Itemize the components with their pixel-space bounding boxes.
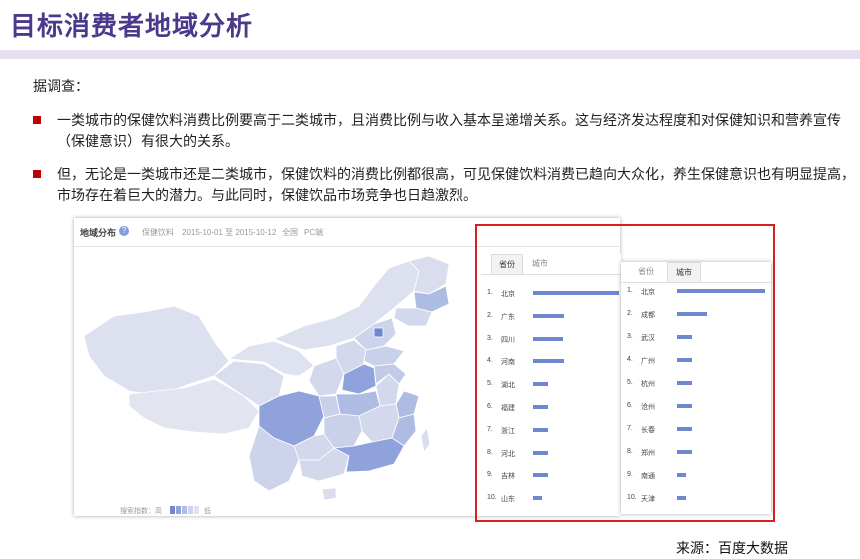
keyword-label: 保健饮料	[142, 228, 174, 237]
bullet-text: 一类城市的保健饮料消费比例要高于二类城市，且消费比例与收入基本呈递增关系。这与经…	[57, 112, 841, 149]
legend-swatch	[182, 506, 187, 514]
bullet-square-icon	[33, 116, 41, 124]
region-filter[interactable]: 全国	[282, 227, 298, 238]
device-filter[interactable]: PC端	[304, 227, 323, 238]
date-range[interactable]: 2015-10-01 至 2015-10-12	[182, 227, 276, 238]
highlight-box	[475, 224, 775, 522]
legend-swatch	[176, 506, 181, 514]
source-note: 来源：百度大数据	[676, 540, 788, 556]
legend-swatch	[188, 506, 193, 514]
page-title: 目标消费者地域分析	[10, 11, 254, 41]
intro-text: 据调查：	[33, 78, 89, 94]
legend-swatch	[194, 506, 199, 514]
help-icon[interactable]: ?	[119, 226, 129, 236]
card-title: 地域分布	[80, 228, 117, 238]
bullet-square-icon	[33, 170, 41, 178]
map-legend: 搜索指数：高 低	[120, 506, 211, 516]
legend-high-label: 搜索指数：高	[120, 508, 162, 515]
title-divider	[0, 50, 860, 59]
legend-low-label: 低	[204, 508, 211, 515]
bullet-text: 但，无论是一类城市还是二类城市，保健饮料的消费比例都很高，可见保健饮料消费已趋向…	[57, 166, 855, 203]
legend-swatch	[170, 506, 175, 514]
